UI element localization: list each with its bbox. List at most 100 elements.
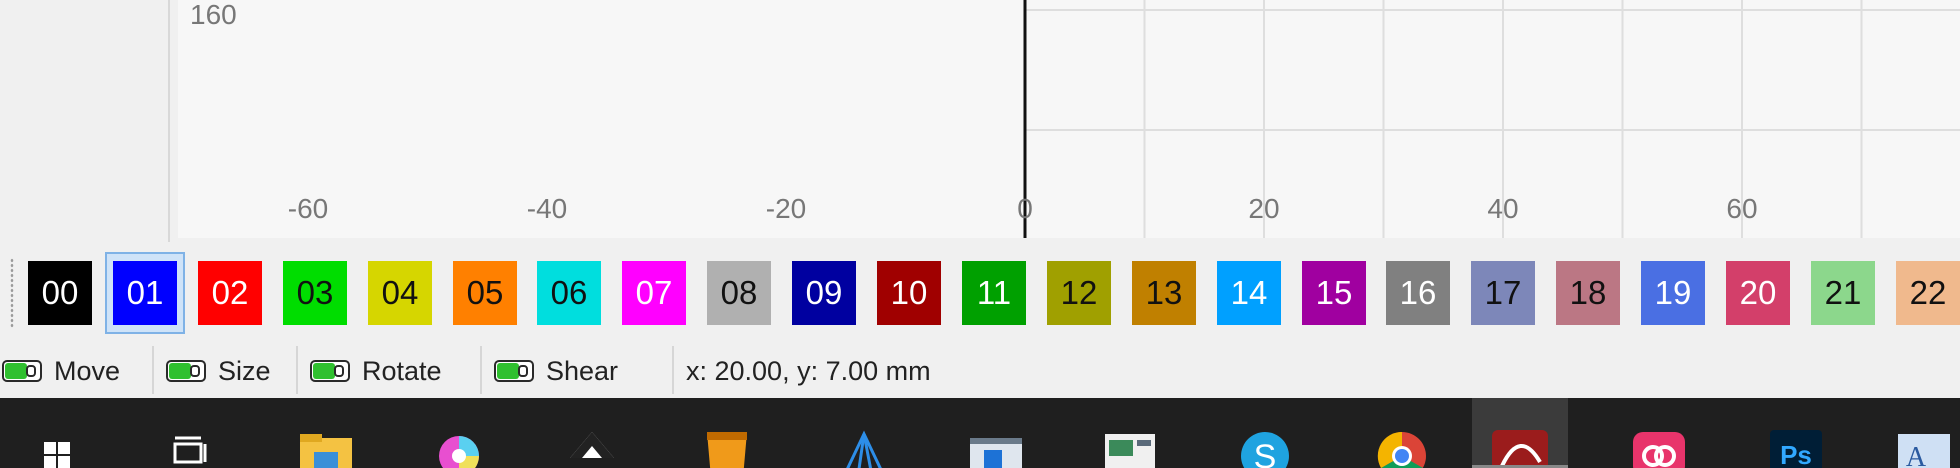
rotate-toggle[interactable]: Rotate: [310, 352, 442, 390]
creative-cloud-icon: [1627, 422, 1691, 468]
layer-swatch-label: 15: [1302, 261, 1366, 325]
x-ruler-label: 0: [1017, 193, 1033, 224]
taskbar-button-blue-pyramid-app[interactable]: [812, 398, 908, 468]
rotate-label: Rotate: [362, 355, 442, 386]
layer-swatch-label: 01: [113, 261, 177, 325]
layer-swatch-16[interactable]: 16: [1378, 252, 1458, 334]
layer-swatch-08[interactable]: 08: [699, 252, 779, 334]
size-toggle[interactable]: Size: [166, 352, 271, 390]
layer-swatch-label: 19: [1641, 261, 1705, 325]
x-ruler-label: -20: [766, 193, 806, 224]
move-label: Move: [54, 355, 121, 386]
layer-swatch-18[interactable]: 18: [1548, 252, 1628, 334]
left-side-panel: [0, 0, 170, 242]
window-app-icon: [964, 422, 1028, 468]
divider: [152, 346, 154, 394]
layer-swatch-19[interactable]: 19: [1633, 252, 1713, 334]
taskbar-button-skype[interactable]: S: [1217, 398, 1313, 468]
taskbar-button-windows-start[interactable]: [8, 398, 104, 468]
layer-swatch-03[interactable]: 03: [275, 252, 355, 334]
layer-swatch-label: 09: [792, 261, 856, 325]
x-ruler-label: 60: [1726, 193, 1757, 224]
layer-swatch-label: 22: [1896, 261, 1960, 325]
layer-swatch-00[interactable]: 00: [20, 252, 100, 334]
taskbar-button-file-explorer[interactable]: [278, 398, 374, 468]
taskbar-button-task-view[interactable]: [141, 398, 237, 468]
layer-swatch-label: 02: [198, 261, 262, 325]
layer-swatch-15[interactable]: 15: [1294, 252, 1374, 334]
blue-pyramid-app-icon: [828, 422, 892, 468]
layer-swatch-label: 12: [1047, 261, 1111, 325]
layer-swatch-06[interactable]: 06: [529, 252, 609, 334]
layer-swatch-09[interactable]: 09: [784, 252, 864, 334]
windows-start-icon: [24, 422, 88, 468]
layer-swatch-label: 13: [1132, 261, 1196, 325]
x-ruler-label: -60: [288, 193, 328, 224]
layer-swatch-12[interactable]: 12: [1039, 252, 1119, 334]
x-ruler-label: 20: [1248, 193, 1279, 224]
layer-swatch-04[interactable]: 04: [360, 252, 440, 334]
taskbar-button-window-app[interactable]: [948, 398, 1044, 468]
layer-swatch-label: 10: [877, 261, 941, 325]
taskbar-button-inkscape[interactable]: [544, 398, 640, 468]
taskbar-button-chrome[interactable]: [1354, 398, 1450, 468]
color-wheel-app-icon: [427, 422, 491, 468]
layer-swatch-label: 07: [622, 261, 686, 325]
red-laser-app-icon: [1488, 422, 1552, 465]
taskbar-button-dashboard-app[interactable]: [1081, 398, 1177, 468]
layer-swatch-21[interactable]: 21: [1803, 252, 1883, 334]
layer-swatch-01[interactable]: 01: [105, 252, 185, 334]
layer-swatch-label: 05: [453, 261, 517, 325]
move-toggle[interactable]: Move: [2, 352, 120, 390]
taskbar-button-orange-bin-app[interactable]: [679, 398, 775, 468]
toolbar-grip[interactable]: [10, 258, 14, 328]
taskbar-button-photoshop[interactable]: Ps: [1748, 398, 1844, 468]
size-label: Size: [218, 355, 271, 386]
file-explorer-icon: [294, 422, 358, 468]
inkscape-icon: [560, 422, 624, 468]
layer-swatch-22[interactable]: 22: [1888, 252, 1960, 334]
layer-swatch-label: 21: [1811, 261, 1875, 325]
layer-swatch-14[interactable]: 14: [1209, 252, 1289, 334]
x-ruler-label: 40: [1487, 193, 1518, 224]
layer-swatch-label: 06: [537, 261, 601, 325]
shear-toggle[interactable]: Shear: [494, 352, 618, 390]
toggle-on-icon: [166, 360, 206, 382]
layer-swatch-10[interactable]: 10: [869, 252, 949, 334]
layer-swatch-label: 03: [283, 261, 347, 325]
layer-swatch-05[interactable]: 05: [445, 252, 525, 334]
drawing-canvas[interactable]: 160 -60 -40 -20 0 20 40 60: [178, 0, 1960, 238]
layer-swatch-02[interactable]: 02: [190, 252, 270, 334]
layer-swatch-17[interactable]: 17: [1463, 252, 1543, 334]
orange-bin-app-icon: [695, 422, 759, 468]
layer-swatch-label: 17: [1471, 261, 1535, 325]
layer-swatch-label: 14: [1217, 261, 1281, 325]
layer-swatch-20[interactable]: 20: [1718, 252, 1798, 334]
toggle-on-icon: [310, 360, 350, 382]
taskbar-button-color-wheel-app[interactable]: [411, 398, 507, 468]
layer-swatch-label: 00: [28, 261, 92, 325]
toggle-on-icon: [2, 360, 42, 382]
divider: [296, 346, 298, 394]
taskbar-button-font-app[interactable]: A: [1876, 398, 1960, 468]
taskbar-button-creative-cloud[interactable]: [1611, 398, 1707, 468]
skype-icon: S: [1233, 422, 1297, 468]
layer-swatch-07[interactable]: 07: [614, 252, 694, 334]
shear-label: Shear: [546, 355, 619, 386]
svg-text:Ps: Ps: [1780, 440, 1812, 468]
font-app-icon: A: [1892, 422, 1956, 468]
windows-taskbar: S Ps A: [0, 398, 1960, 468]
layer-swatch-label: 08: [707, 261, 771, 325]
divider: [480, 346, 482, 394]
layer-swatch-label: 20: [1726, 261, 1790, 325]
layer-swatch-11[interactable]: 11: [954, 252, 1034, 334]
svg-text:A: A: [1906, 442, 1927, 468]
layer-swatch-label: 16: [1386, 261, 1450, 325]
svg-text:S: S: [1254, 438, 1277, 468]
taskbar-button-red-laser-app[interactable]: [1472, 398, 1568, 468]
layer-swatch-13[interactable]: 13: [1124, 252, 1204, 334]
layer-swatch-label: 11: [962, 261, 1026, 325]
x-ruler-label: -40: [527, 193, 567, 224]
divider: [672, 346, 674, 394]
cursor-coordinates: x: 20.00, y: 7.00 mm: [686, 356, 931, 386]
